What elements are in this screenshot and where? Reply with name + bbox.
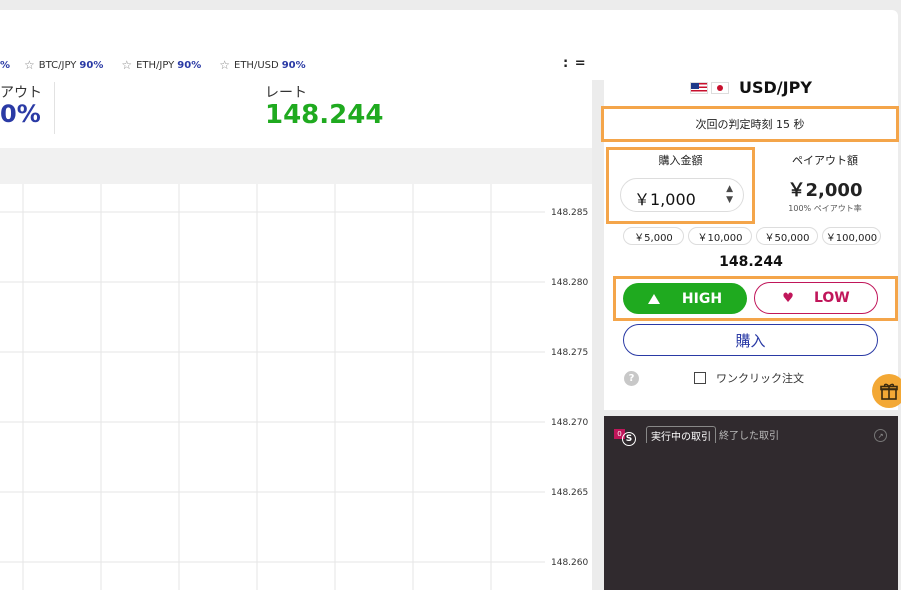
trades-logo: 0 S <box>612 428 638 448</box>
oneclick-label: ワンクリック注文 <box>716 372 804 385</box>
favorite-pct: 90% <box>79 59 104 71</box>
favorite-pair: ETH/USD <box>234 59 279 71</box>
favorite-pair: ETH/JPY <box>136 59 175 71</box>
low-label: LOW <box>813 290 850 306</box>
quick-amount-button[interactable]: ￥10,000 <box>688 227 752 245</box>
oneclick-toggle[interactable]: ワンクリック注文 <box>694 370 804 386</box>
favorite-pct: % <box>0 59 11 71</box>
payout-amount-label: ペイアウト額 <box>792 154 858 167</box>
quick-amount-button[interactable]: ￥50,000 <box>756 227 818 245</box>
favorite-item[interactable]: ☆ ETH/JPY 90% <box>121 58 201 72</box>
star-icon[interactable]: ☆ <box>121 58 132 72</box>
y-tick-label: 148.270 <box>551 418 588 428</box>
triangle-up-icon <box>647 293 660 304</box>
payout-label: アウト <box>0 85 42 101</box>
quick-amounts: ￥5,000 ￥10,000 ￥50,000 ￥100,000 <box>623 227 885 245</box>
quick-amount-button[interactable]: ￥100,000 <box>822 227 881 245</box>
star-icon[interactable]: ☆ <box>24 58 35 72</box>
rate-label: レート <box>265 85 307 101</box>
help-icon[interactable]: ? <box>624 371 639 386</box>
menu-icon[interactable]: : = <box>563 56 587 71</box>
current-rate: 148.244 <box>719 254 783 270</box>
payout-rate: 100% ペイアウト率 <box>788 204 862 213</box>
quick-amount-button[interactable]: ￥5,000 <box>623 227 684 245</box>
payout-value: 0% <box>0 100 41 128</box>
y-tick-label: 148.285 <box>551 208 588 218</box>
chart-plot-area <box>0 184 592 590</box>
rate-value: 148.244 <box>265 100 384 130</box>
amount-stepper[interactable]: ▲ ▼ <box>726 184 733 206</box>
low-button[interactable]: ♥ LOW <box>754 282 878 314</box>
payout-amount: ￥2,000 <box>787 180 863 201</box>
amount-section: 購入金額 ￥1,000 ▲ ▼ <box>606 147 755 224</box>
amount-input[interactable]: ￥1,000 ▲ ▼ <box>620 178 744 212</box>
favorite-pair: BTC/JPY <box>38 59 77 71</box>
amount-label: 購入金額 <box>658 154 703 167</box>
tab-closed-trades[interactable]: 終了した取引 <box>719 426 779 443</box>
favorite-item[interactable]: ☆ ETH/USD 90% <box>219 58 305 72</box>
us-flag-icon <box>690 81 708 94</box>
divider <box>54 82 55 134</box>
star-icon[interactable]: ☆ <box>219 58 230 72</box>
decrement-icon[interactable]: ▼ <box>726 195 733 206</box>
trades-panel: 0 S 実行中の取引 終了した取引 ↗ <box>604 416 898 590</box>
chart-canvas[interactable]: 148.285 148.280 148.275 148.270 148.265 148.2… <box>0 148 592 590</box>
price-chart[interactable]: 148.285 148.280 148.275 148.270 148.265 148.2… <box>0 148 592 590</box>
jp-flag-icon <box>711 81 729 94</box>
favorites-bar: % ☆ BTC/JPY 90% ☆ ETH/JPY 90% ☆ ETH/USD … <box>0 58 324 72</box>
favorite-pct: 90% <box>177 59 202 71</box>
trades-logo-icon: S <box>622 432 636 446</box>
external-link-icon[interactable]: ↗ <box>874 429 887 442</box>
y-tick-label: 148.260 <box>551 558 588 568</box>
tab-active-trades[interactable]: 実行中の取引 <box>646 426 716 443</box>
next-judge-time: 次回の判定時刻 15 秒 <box>695 118 805 131</box>
favorite-item[interactable]: ☆ BTC/JPY 90% <box>24 58 103 72</box>
heart-icon: ♥ <box>782 290 794 306</box>
favorite-item[interactable]: % <box>0 60 10 71</box>
favorite-pct: 90% <box>281 59 306 71</box>
y-tick-label: 148.265 <box>551 488 588 498</box>
high-label: HIGH <box>681 290 723 307</box>
stats-bar: アウト 0% レート 148.244 <box>0 80 592 148</box>
pair-title[interactable]: USD/JPY <box>690 78 812 97</box>
pair-name: USD/JPY <box>739 78 812 97</box>
buy-button[interactable]: 購入 <box>623 324 878 356</box>
amount-value[interactable]: ￥1,000 <box>634 186 696 210</box>
y-tick-label: 148.280 <box>551 278 588 288</box>
high-button[interactable]: HIGH <box>623 283 747 314</box>
gift-icon[interactable] <box>872 374 901 408</box>
y-tick-label: 148.275 <box>551 348 588 358</box>
increment-icon[interactable]: ▲ <box>726 184 733 195</box>
oneclick-checkbox[interactable] <box>694 372 706 384</box>
